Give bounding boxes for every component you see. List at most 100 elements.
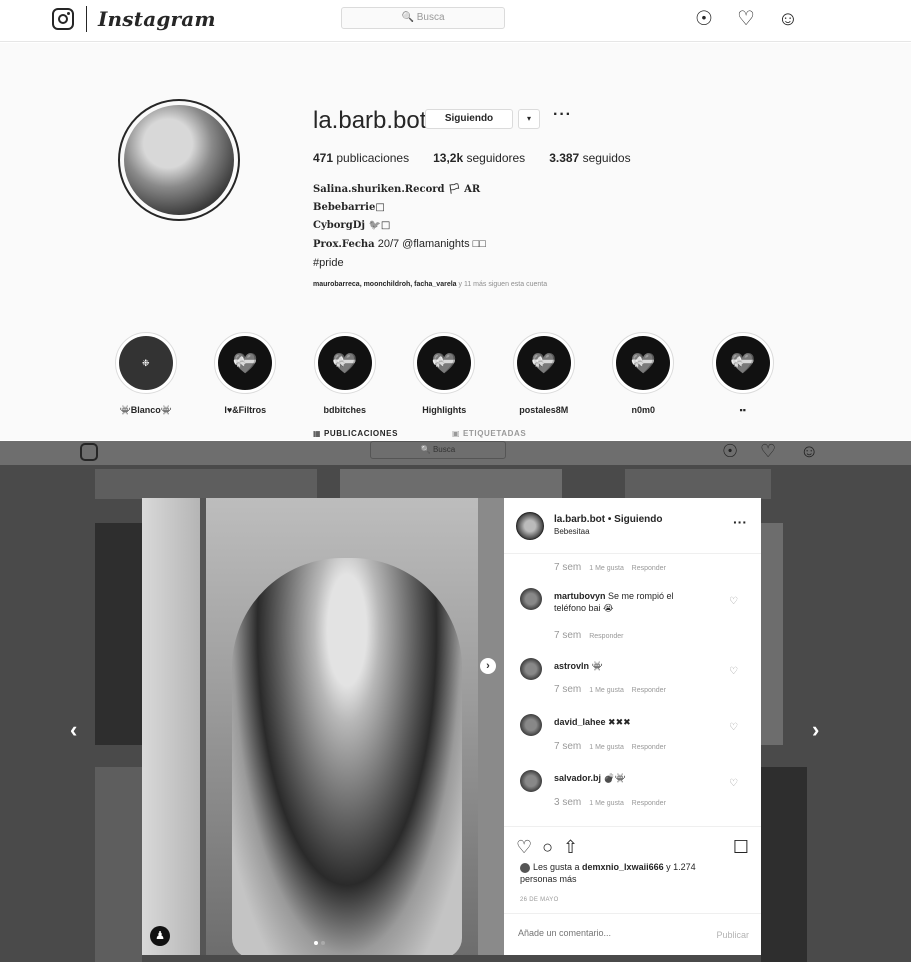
posts-number: 471 [313,151,334,165]
highlight-ring: 💝 [711,332,774,394]
instagram-logo-icon[interactable] [52,8,74,30]
carousel-next-icon[interactable]: › [480,658,496,674]
profile-avatar[interactable] [118,99,240,221]
commenter-avatar[interactable] [520,770,542,792]
highlight-label: ▪▪ [739,405,746,415]
reply-button[interactable]: Responder [632,744,666,751]
highlight-item[interactable]: 💝 I♥&Filtros [196,332,296,416]
post-photo[interactable]: ♟ [142,498,504,955]
following-button[interactable]: Siguiendo [425,109,513,129]
comment-bubble-icon[interactable]: ○ [542,837,553,858]
comment-like-heart-icon[interactable]: ♡ [729,666,738,677]
share-icon[interactable]: ⇧ [563,837,578,858]
post-actions: ♡ ○ ⇧ ☐ Les gusta a demxnio_lxwaii666 y … [504,826,761,956]
like-heart-icon[interactable]: ♡ [516,837,532,858]
bio-line-2: Bebebarrie□ [313,202,385,213]
highlight-cover: ❉ [118,336,173,390]
commenter-name[interactable]: salvador.bj [554,773,601,783]
bio-line-4-rest[interactable]: 20/7 @flamanights □□ [375,238,486,250]
comment-meta: 7 sem 1 Me gusta Responder [554,741,666,752]
comment-likes[interactable]: 1 Me gusta [589,687,624,694]
user-icon: ☺ [800,441,819,461]
comment-likes[interactable]: 1 Me gusta [589,744,624,751]
highlight-ring: 💝 [214,332,277,394]
tab-posts[interactable]: ▦ PUBLICACIONES [313,429,398,438]
highlight-item[interactable]: ❉ 👾Blanco👾 [96,332,196,416]
reply-button[interactable]: Responder [589,633,623,640]
followed-by[interactable]: maurobarreca, moonchildroh, facha_varela… [313,281,547,288]
compass-icon[interactable]: ☉ [693,8,715,30]
post-header: la.barb.bot • Siguiendo Bebesitaa ··· [504,498,761,554]
reply-button[interactable]: Responder [632,687,666,694]
comment-meta: 3 sem 1 Me gusta Responder [554,797,666,808]
search-input[interactable]: 🔍 Busca [341,7,505,29]
photo-subject [232,558,462,955]
post-modal-overlay[interactable]: 🔍 Busca ☉ ♡ ☺ ‹ › ♟ › la.barb.bot • Sigu… [0,441,911,962]
liker-name[interactable]: demxnio_lxwaii666 [582,862,664,872]
commenter-name[interactable]: martubovyn [554,591,606,601]
comment-age: 7 sem [554,684,582,695]
profile-username: la.barb.bot [313,107,427,134]
grid-thumbnail [625,469,771,499]
highlight-item[interactable]: 💝 postales8M [494,332,594,416]
heart-icon: ♡ [760,441,777,461]
highlight-item[interactable]: 💝 Highlights [395,332,495,416]
top-navbar: Instagram 🔍 Busca ☉ ♡ ☺ [0,0,911,42]
post-location[interactable]: Bebesitaa [554,527,590,536]
user-icon[interactable]: ☺ [777,8,799,30]
previous-post-arrow-icon[interactable]: ‹ [70,717,77,743]
comment-text: martubovyn Se me rompió el teléfono bai … [554,590,704,614]
tab-tagged[interactable]: ▣ ETIQUETADAS [452,429,526,438]
publish-button[interactable]: Publicar [716,930,749,940]
instagram-wordmark[interactable]: Instagram [98,7,216,31]
highlight-cover: 💝 [317,336,372,390]
dimmed-navbar: 🔍 Busca ☉ ♡ ☺ [0,441,911,465]
highlight-item[interactable]: 💝 bdbitches [295,332,395,416]
highlight-label: postales8M [519,405,569,415]
following-label: seguidos [582,151,631,165]
profile-bio: Salina.shuriken.Record 🏳 AR Bebebarrie□ … [313,181,486,272]
post-author-avatar[interactable] [516,512,544,540]
followers-number: 13,2k [433,151,464,165]
comment-like-heart-icon[interactable]: ♡ [729,722,738,733]
post-author-name[interactable]: la.barb.bot • Siguiendo [554,514,663,525]
comment-likes[interactable]: 1 Me gusta [589,565,624,572]
commenter-name[interactable]: david_lahee [554,717,606,727]
reply-button[interactable]: Responder [632,800,666,807]
reply-button[interactable]: Responder [632,565,666,572]
commenter-avatar[interactable] [520,714,542,736]
save-bookmark-icon[interactable]: ☐ [733,837,749,858]
carousel-dot-active [314,941,318,945]
more-options-button[interactable]: ··· [553,106,572,124]
likes-summary[interactable]: Les gusta a demxnio_lxwaii666 y 1.274 pe… [520,861,710,885]
highlight-item[interactable]: 💝 n0m0 [594,332,694,416]
comment-likes[interactable]: 1 Me gusta [589,800,624,807]
heart-icon[interactable]: ♡ [735,8,757,30]
comments-list[interactable]: 7 sem 1 Me gusta Responder martubovyn Se … [504,554,761,824]
post-more-button[interactable]: ··· [733,514,747,530]
comment-meta: 7 sem Responder [554,630,623,641]
bio-hashtag[interactable]: #pride [313,254,486,272]
following-number: 3.387 [549,151,580,165]
grid-thumbnail [340,469,562,499]
comment-text: salvador.bj 💣👾 [554,772,704,784]
commenter-name[interactable]: astrovln [554,661,589,671]
grid-thumbnail [95,523,142,745]
bio-line-3: CyborgDj 🐦□ [313,220,391,231]
following-count[interactable]: 3.387 seguidos [549,151,630,165]
post-side-panel: la.barb.bot • Siguiendo Bebesitaa ··· 7 … [504,498,761,955]
tagged-user-icon[interactable]: ♟ [150,926,170,946]
comment-like-heart-icon[interactable]: ♡ [729,778,738,789]
highlight-label: n0m0 [631,405,655,415]
commenter-avatar[interactable] [520,658,542,680]
followed-by-rest: y 11 más siguen esta cuenta [456,281,548,288]
next-post-arrow-icon[interactable]: › [812,717,836,745]
suggestions-dropdown-button[interactable]: ▾ [518,109,540,129]
nav-divider [86,6,87,32]
commenter-avatar[interactable] [520,588,542,610]
comment-input[interactable] [518,928,688,938]
followers-count[interactable]: 13,2k seguidores [433,151,525,165]
comment-text: astrovln 👾 [554,660,704,672]
comment-like-heart-icon[interactable]: ♡ [729,596,738,607]
highlight-item[interactable]: 💝 ▪▪ [693,332,793,416]
